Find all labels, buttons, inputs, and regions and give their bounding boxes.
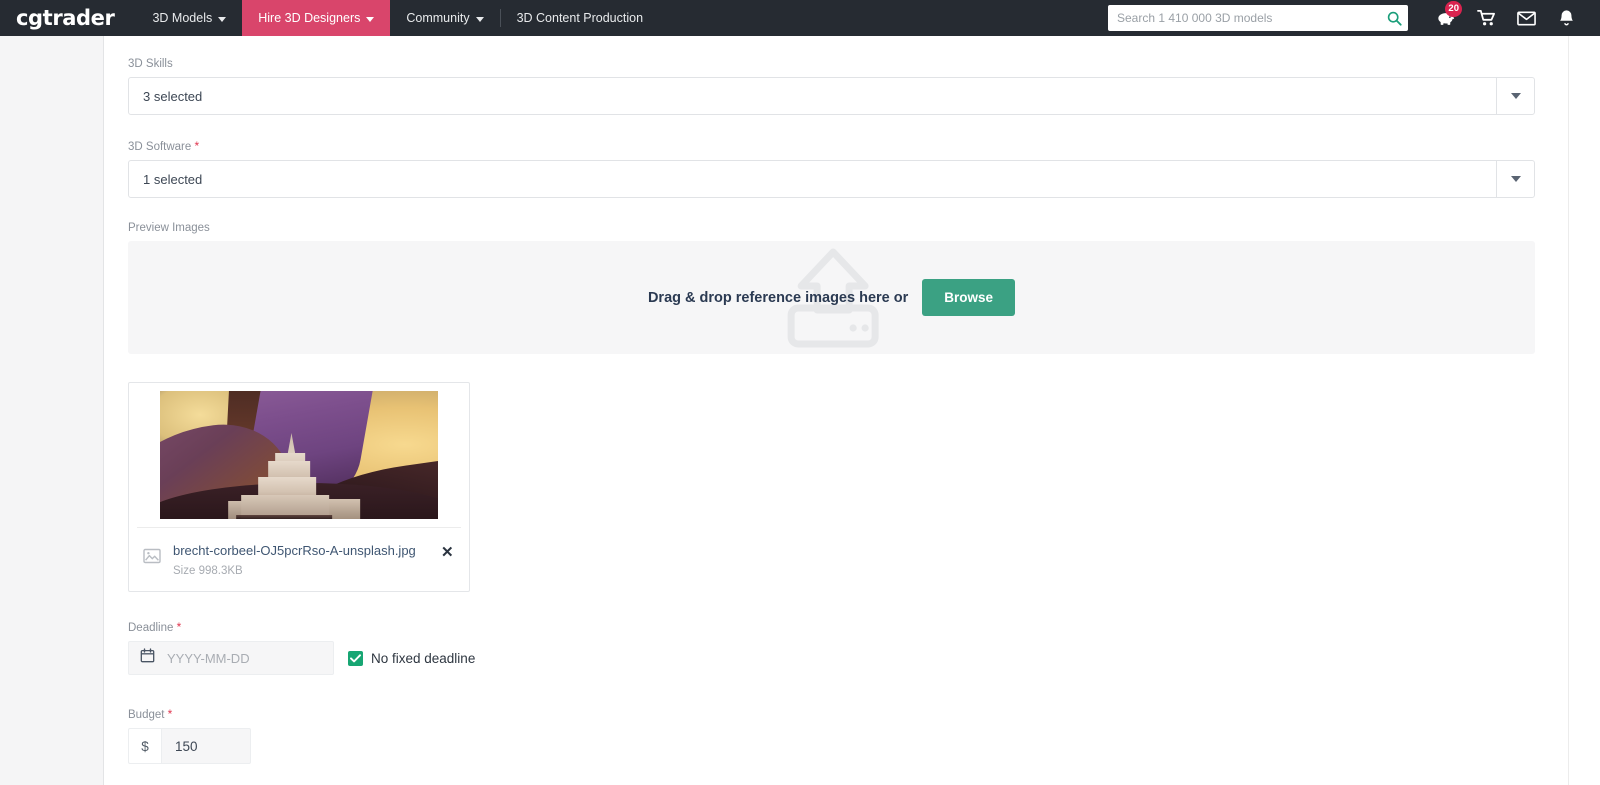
dropzone-inner: Drag & drop reference images here or Bro… xyxy=(647,279,1016,316)
browse-button[interactable]: Browse xyxy=(922,279,1016,316)
required-asterisk: * xyxy=(167,707,173,721)
deadline-placeholder: YYYY-MM-DD xyxy=(167,650,250,666)
uploaded-file-card: brecht-corbeel-OJ5pcrRso-A-unsplash.jpg … xyxy=(128,382,470,592)
chevron-down-icon xyxy=(475,16,484,22)
select-3d-skills-caret[interactable] xyxy=(1496,78,1534,114)
label-3d-skills: 3D Skills xyxy=(128,58,1568,70)
nav-item-community[interactable]: Community xyxy=(390,0,499,36)
no-fixed-deadline-checkbox[interactable]: No fixed deadline xyxy=(348,650,476,666)
dropzone-text: Drag & drop reference images here or xyxy=(647,289,909,306)
budget-row: $ 150 xyxy=(128,728,1568,764)
label-text: Preview Images xyxy=(128,222,210,234)
select-3d-software-caret[interactable] xyxy=(1496,161,1534,197)
bell-icon xyxy=(1559,9,1573,25)
structure-shadow xyxy=(236,515,333,519)
right-rail xyxy=(1568,36,1600,785)
nav-label: Community xyxy=(406,11,470,25)
calendar-icon xyxy=(140,648,155,668)
label-text: Budget xyxy=(128,709,165,721)
label-deadline: Deadline * xyxy=(128,620,1568,634)
chevron-down-icon xyxy=(218,16,227,22)
search-box xyxy=(1108,5,1408,31)
cart-icon xyxy=(1476,9,1495,26)
chevron-down-icon xyxy=(366,16,375,22)
envelope-icon xyxy=(1516,11,1536,25)
site-logo[interactable]: cgtrader xyxy=(0,0,136,36)
budget-input[interactable]: 150 xyxy=(161,728,251,764)
notifications-button[interactable] xyxy=(1546,0,1586,36)
remove-file-button[interactable]: ✕ xyxy=(441,545,457,560)
messages-button[interactable] xyxy=(1506,0,1546,36)
nav-label: 3D Content Production xyxy=(516,11,644,25)
nav-label: Hire 3D Designers xyxy=(258,11,361,25)
deadline-row: YYYY-MM-DD No fixed deadline xyxy=(128,641,1568,675)
label-text: Deadline xyxy=(128,622,174,634)
thumb-structure xyxy=(228,433,360,519)
required-asterisk: * xyxy=(176,620,182,634)
label-budget: Budget * xyxy=(128,707,1568,721)
file-thumbnail[interactable] xyxy=(160,391,438,519)
select-3d-skills[interactable]: 3 selected xyxy=(128,77,1535,115)
file-text-group: brecht-corbeel-OJ5pcrRso-A-unsplash.jpg … xyxy=(173,542,429,577)
structure-spire xyxy=(287,433,296,455)
left-rail xyxy=(0,36,104,785)
piggy-bank-button[interactable]: 20 xyxy=(1426,0,1466,36)
chevron-down-icon xyxy=(1510,176,1521,182)
nav-right-cluster: 20 xyxy=(1108,0,1600,36)
select-3d-skills-value: 3 selected xyxy=(143,88,203,104)
notification-badge: 20 xyxy=(1445,1,1462,17)
checkbox-box[interactable] xyxy=(348,650,363,666)
search-input[interactable] xyxy=(1108,5,1408,31)
label-3d-software: 3D Software * xyxy=(128,139,1568,153)
image-dropzone[interactable]: Drag & drop reference images here or Bro… xyxy=(128,241,1535,354)
form-content-area: 3D Skills 3 selected 3D Software * 1 sel… xyxy=(104,36,1568,785)
nav-item-3d-content-production[interactable]: 3D Content Production xyxy=(501,0,659,36)
file-name[interactable]: brecht-corbeel-OJ5pcrRso-A-unsplash.jpg xyxy=(173,543,416,558)
nav-item-hire-3d-designers[interactable]: Hire 3D Designers xyxy=(242,0,391,36)
nav-label: 3D Models xyxy=(152,11,213,25)
label-text: 3D Skills xyxy=(128,58,173,70)
cart-button[interactable] xyxy=(1466,0,1506,36)
search-icon[interactable] xyxy=(1386,10,1402,26)
label-text: 3D Software xyxy=(128,141,192,153)
select-3d-software[interactable]: 1 selected xyxy=(128,160,1535,198)
label-preview-images: Preview Images xyxy=(128,222,1568,234)
page-body: 3D Skills 3 selected 3D Software * 1 sel… xyxy=(0,36,1600,785)
currency-prefix: $ xyxy=(128,728,161,764)
file-meta-row: brecht-corbeel-OJ5pcrRso-A-unsplash.jpg … xyxy=(137,527,461,591)
chevron-down-icon xyxy=(1510,93,1521,99)
image-file-icon xyxy=(143,548,161,569)
deadline-date-input[interactable]: YYYY-MM-DD xyxy=(128,641,334,675)
check-icon xyxy=(350,653,361,662)
top-navigation-bar: cgtrader 3D Models Hire 3D Designers Com… xyxy=(0,0,1600,36)
select-3d-software-value: 1 selected xyxy=(143,171,203,187)
file-size: Size 998.3KB xyxy=(173,565,243,577)
required-asterisk: * xyxy=(194,139,200,153)
nav-item-3d-models[interactable]: 3D Models xyxy=(136,0,242,36)
no-fixed-deadline-label: No fixed deadline xyxy=(371,650,476,666)
